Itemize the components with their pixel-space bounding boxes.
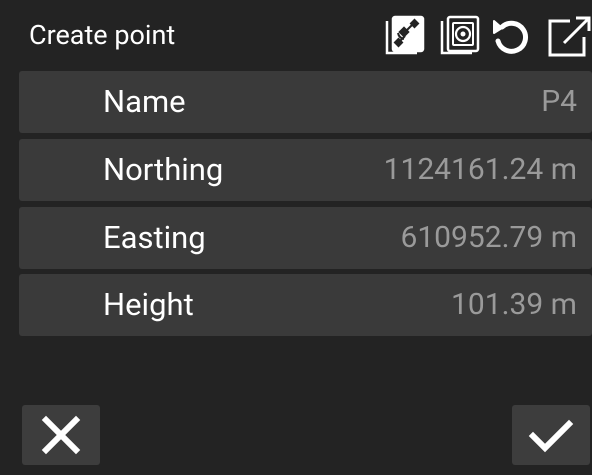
- field-label-height: Height: [103, 286, 194, 323]
- page-title: Create point: [29, 19, 176, 51]
- close-icon: [41, 415, 81, 455]
- external-link-icon[interactable]: [544, 13, 592, 59]
- field-row-height[interactable]: Height 101.39 m: [19, 274, 592, 336]
- field-value-easting[interactable]: 610952.79 m: [400, 207, 577, 269]
- header-bar: Create point: [0, 0, 592, 70]
- check-icon: [528, 419, 574, 453]
- target-icon[interactable]: [438, 13, 482, 59]
- field-value-northing[interactable]: 1124161.24 m: [384, 139, 577, 201]
- field-row-name[interactable]: Name P4: [19, 71, 592, 133]
- confirm-button[interactable]: [512, 405, 590, 465]
- cancel-button[interactable]: [22, 405, 100, 465]
- field-label-easting: Easting: [103, 219, 206, 256]
- field-value-height[interactable]: 101.39 m: [451, 274, 577, 336]
- satellite-icon[interactable]: [383, 13, 427, 59]
- undo-icon[interactable]: [488, 13, 532, 59]
- field-row-northing[interactable]: Northing 1124161.24 m: [19, 139, 592, 201]
- field-label-northing: Northing: [103, 151, 224, 188]
- field-value-name[interactable]: P4: [541, 71, 577, 133]
- field-label-name: Name: [103, 83, 186, 120]
- field-row-easting[interactable]: Easting 610952.79 m: [19, 207, 592, 269]
